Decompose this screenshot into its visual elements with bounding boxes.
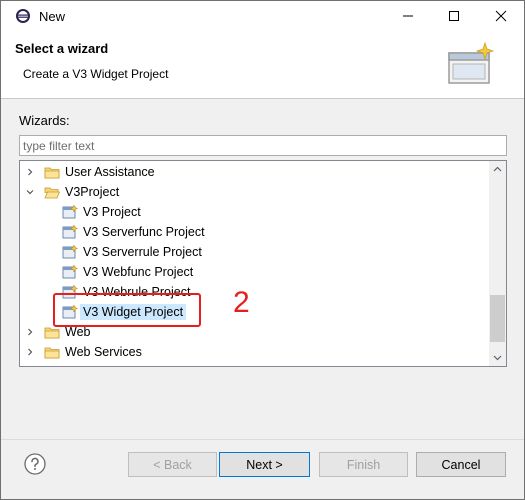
chevron-right-icon[interactable] (24, 342, 36, 362)
chevron-right-icon[interactable] (24, 162, 36, 182)
tree-scrollbar[interactable] (489, 161, 506, 366)
chevron-down-icon[interactable] (24, 182, 36, 202)
tree-item-v3project[interactable]: V3Project (24, 182, 494, 202)
tree-item-v3-project[interactable]: V3 Project (62, 202, 506, 222)
tree-item-label: User Assistance (65, 165, 155, 179)
tree-item-label: V3 Webfunc Project (83, 265, 194, 279)
close-icon (495, 10, 507, 22)
close-button[interactable] (478, 1, 524, 31)
maximize-icon (449, 11, 459, 21)
wizard-banner: Select a wizard Create a V3 Widget Proje… (1, 31, 524, 99)
scroll-up-button[interactable] (489, 161, 506, 178)
banner-title: Select a wizard (15, 41, 109, 56)
tree-item-web-services[interactable]: Web Services (24, 342, 494, 362)
folder-icon (44, 167, 60, 179)
tree-item-user-assistance[interactable]: User Assistance (24, 162, 494, 182)
folder-icon (44, 347, 60, 359)
back-button[interactable]: < Back (128, 452, 217, 477)
scroll-down-button[interactable] (489, 349, 506, 366)
tree-item-v3-webfunc-project[interactable]: V3 Webfunc Project (62, 262, 506, 282)
chevron-right-icon[interactable] (24, 322, 36, 342)
wizard-icon (62, 244, 78, 259)
annotation-step-number: 2 (233, 286, 250, 319)
cancel-button[interactable]: Cancel (416, 452, 506, 477)
maximize-button[interactable] (431, 1, 477, 31)
annotation-highlight-box (53, 293, 201, 327)
title-bar: New (1, 1, 524, 31)
tree-item-label: V3 Project (83, 205, 141, 219)
wizard-icon (62, 224, 78, 239)
window-title: New (39, 9, 66, 24)
filter-input[interactable] (19, 135, 507, 156)
tree-item-label: V3Project (65, 185, 120, 199)
wizard-icon (62, 204, 78, 219)
new-wizard-icon (448, 41, 495, 84)
new-wizard-dialog: New Select a wizard Create a V3 Widget P… (0, 0, 525, 500)
chevron-up-icon (493, 166, 502, 172)
tree-item-label: Web (65, 325, 91, 339)
banner-description: Create a V3 Widget Project (23, 67, 169, 81)
tree-item-label: V3 Serverrule Project (83, 245, 202, 259)
finish-button[interactable]: Finish (319, 452, 408, 477)
eclipse-icon (16, 9, 30, 23)
minimize-button[interactable] (385, 1, 431, 31)
next-button[interactable]: Next > (219, 452, 310, 477)
wizards-label: Wizards: (19, 113, 70, 128)
tree-item-label: Web Services (65, 345, 142, 359)
scrollbar-thumb[interactable] (490, 295, 505, 342)
tree-item-label: V3 Serverfunc Project (83, 225, 205, 239)
help-icon[interactable] (23, 452, 47, 476)
wizard-icon (62, 264, 78, 279)
footer-divider (1, 439, 524, 440)
wizard-tree[interactable]: User Assistance V3Project V3 Project V3 … (19, 160, 507, 367)
minimize-icon (403, 15, 413, 17)
tree-item-v3-serverrule-project[interactable]: V3 Serverrule Project (62, 242, 506, 262)
tree-item-v3-serverfunc-project[interactable]: V3 Serverfunc Project (62, 222, 506, 242)
chevron-down-icon (493, 355, 502, 361)
folder-open-icon (44, 187, 60, 199)
